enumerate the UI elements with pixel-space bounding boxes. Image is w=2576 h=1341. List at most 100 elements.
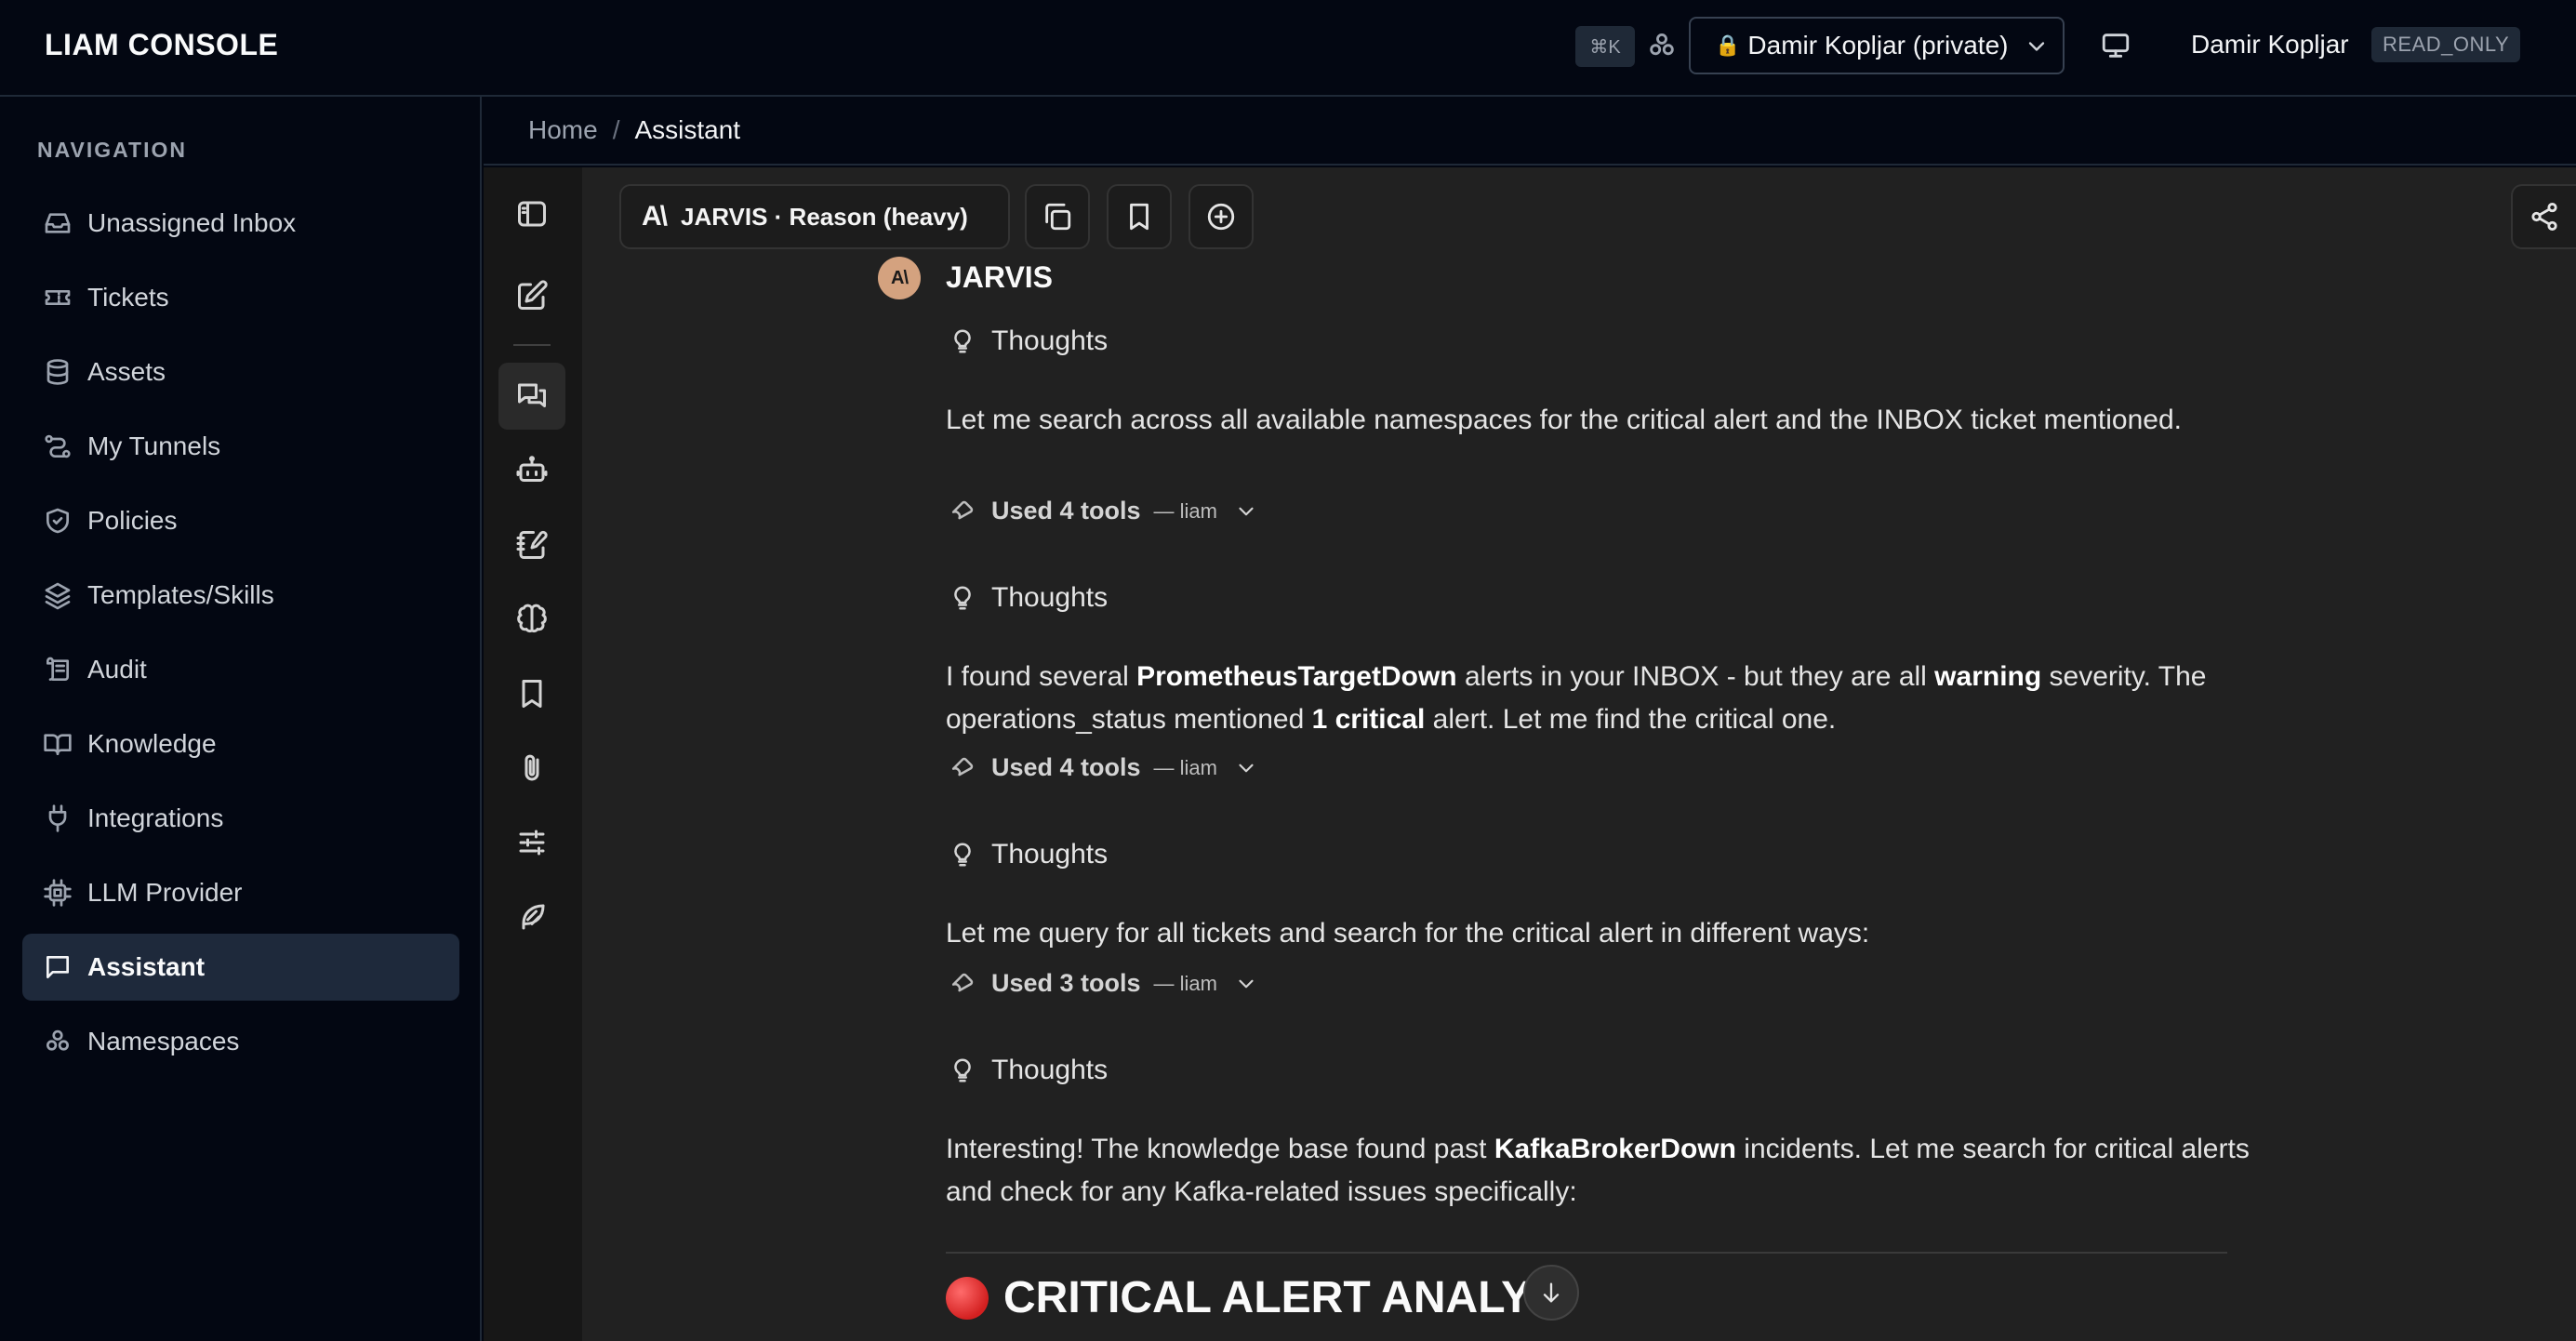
- sidebar-item-audit[interactable]: Audit: [22, 636, 459, 703]
- wrench-icon: [951, 973, 974, 991]
- panel-left-icon: [518, 201, 546, 227]
- conversations-button[interactable]: [498, 363, 565, 430]
- assistant-tool-rail: [484, 167, 582, 1341]
- text-segment: alert. Let me find the critical one.: [1425, 704, 1837, 735]
- model-logo-icon: A\: [642, 201, 668, 232]
- sidebar-item-assets[interactable]: Assets: [22, 339, 459, 405]
- memory-button[interactable]: [498, 586, 565, 653]
- arrow-down-icon: [1543, 1282, 1560, 1303]
- lightbulb-icon: [954, 843, 971, 867]
- message-text: I found several PrometheusTargetDown ale…: [946, 656, 2266, 741]
- sidebar-item-unassigned-inbox[interactable]: Unassigned Inbox: [22, 190, 459, 257]
- namespace-select[interactable]: 🔒 Damir Kopljar (private): [1689, 17, 2065, 74]
- bookmarks-button[interactable]: [498, 660, 565, 727]
- sidebar-item-templates-skills[interactable]: Templates/Skills: [22, 562, 459, 629]
- sidebar-item-my-tunnels[interactable]: My Tunnels: [22, 413, 459, 480]
- bookmark-icon: [1130, 203, 1149, 231]
- tunnel-icon: [45, 434, 71, 458]
- sidebar-item-label: Templates/Skills: [87, 580, 274, 609]
- chat-panel: A\ JARVIS · Reason (heavy) A\ JARVIS Tho…: [582, 167, 2576, 1341]
- bookmark-icon: [522, 680, 542, 708]
- sidebar-item-label: Assistant: [87, 952, 206, 981]
- sidebar-item-label: Integrations: [87, 803, 224, 832]
- lightbulb-icon: [954, 329, 971, 353]
- skills-button[interactable]: [498, 883, 565, 950]
- avatar: A\: [878, 257, 921, 299]
- share-button[interactable]: [2511, 184, 2576, 249]
- breadcrumb-home[interactable]: Home: [528, 115, 598, 145]
- edit-icon: [518, 280, 548, 310]
- sidebar-item-policies[interactable]: Policies: [22, 487, 459, 554]
- breadcrumb-separator: /: [612, 115, 620, 144]
- rail-divider: [513, 344, 551, 346]
- lightbulb-icon: [954, 586, 971, 610]
- message-text: Let me query for all tickets and search …: [946, 918, 1870, 949]
- brand-logo[interactable]: LIAM CONSOLE: [45, 28, 278, 62]
- toggle-panel-button[interactable]: [498, 180, 565, 247]
- sidebar-item-namespaces[interactable]: Namespaces: [22, 1008, 459, 1075]
- monitor-icon[interactable]: [2100, 30, 2131, 61]
- thoughts-label: Thoughts: [991, 1055, 1109, 1085]
- prompts-button[interactable]: [498, 511, 565, 578]
- chevron-down-icon: [1239, 507, 1254, 515]
- new-conversation-button[interactable]: [1188, 184, 1254, 249]
- book-icon: [44, 734, 72, 755]
- sidebar-item-assistant[interactable]: Assistant: [22, 934, 459, 1001]
- text-segment: I found several: [946, 661, 1137, 692]
- thoughts-toggle[interactable]: Thoughts: [949, 1055, 1108, 1086]
- namespace-select-label: Damir Kopljar (private): [1747, 31, 2009, 60]
- bookmark-conversation-button[interactable]: [1107, 184, 1172, 249]
- text-bold: warning: [1934, 661, 2042, 692]
- parameters-button[interactable]: [498, 809, 565, 876]
- wrench-icon: [951, 500, 974, 519]
- command-palette-shortcut[interactable]: ⌘K: [1575, 26, 1635, 67]
- messages-icon: [518, 383, 546, 407]
- sidebar-item-label: My Tunnels: [87, 432, 221, 460]
- thoughts-toggle[interactable]: Thoughts: [949, 582, 1108, 614]
- sidebar-item-label: Policies: [87, 506, 178, 535]
- sidebar-item-tickets[interactable]: Tickets: [22, 264, 459, 331]
- new-chat-button[interactable]: [498, 262, 565, 329]
- namespace-icon[interactable]: [1646, 30, 1678, 61]
- brain-icon: [517, 604, 547, 633]
- user-name[interactable]: Damir Kopljar: [2191, 30, 2349, 60]
- text-segment: alerts in your INBOX - but they are all: [1456, 661, 1935, 692]
- share-icon: [2531, 202, 2557, 232]
- namespace-icon: [46, 1029, 69, 1051]
- breadcrumb: Home / Assistant: [484, 97, 2576, 166]
- model-selector[interactable]: A\ JARVIS · Reason (heavy): [619, 184, 1010, 249]
- feather-icon: [522, 904, 545, 930]
- thoughts-toggle[interactable]: Thoughts: [949, 839, 1108, 870]
- tools-source: — liam: [1153, 755, 1217, 779]
- tools-source: — liam: [1153, 971, 1217, 995]
- sidebar-item-llm-provider[interactable]: LLM Provider: [22, 859, 459, 926]
- model-selector-label: JARVIS · Reason (heavy): [681, 202, 968, 231]
- agents-button[interactable]: [498, 437, 565, 504]
- tools-toggle[interactable]: Used 3 tools — liam: [949, 969, 1273, 998]
- bot-icon: [516, 456, 548, 482]
- nav-title: NAVIGATION: [37, 138, 187, 162]
- thoughts-toggle[interactable]: Thoughts: [949, 325, 1108, 357]
- tools-label: Used 4 tools: [991, 753, 1141, 781]
- copy-conversation-button[interactable]: [1025, 184, 1090, 249]
- notebook-pen-icon: [516, 530, 548, 559]
- attachments-button[interactable]: [498, 735, 565, 802]
- thoughts-label: Thoughts: [991, 582, 1109, 613]
- sidebar-item-label: LLM Provider: [87, 878, 243, 907]
- sidebar-item-knowledge[interactable]: Knowledge: [22, 710, 459, 777]
- chip-icon: [44, 879, 72, 907]
- sidebar: NAVIGATION Unassigned Inbox Tickets Asse…: [0, 97, 482, 1341]
- sliders-icon: [519, 830, 545, 856]
- heading-text: CRITICAL ALERT ANALYS: [1003, 1273, 1561, 1322]
- text-bold: KafkaBrokerDown: [1494, 1134, 1736, 1164]
- critical-alert-heading: CRITICAL ALERT ANALYS: [946, 1272, 1560, 1323]
- tools-toggle[interactable]: Used 4 tools — liam: [949, 497, 1273, 525]
- ticket-icon: [45, 290, 71, 305]
- text-bold: 1 critical: [1311, 704, 1426, 735]
- copy-icon: [1045, 203, 1071, 231]
- text-segment: Interesting! The knowledge base found pa…: [946, 1134, 1494, 1164]
- role-badge: READ_ONLY: [2371, 27, 2521, 62]
- sidebar-item-integrations[interactable]: Integrations: [22, 785, 459, 852]
- tools-toggle[interactable]: Used 4 tools — liam: [949, 753, 1273, 782]
- scroll-to-bottom-button[interactable]: [1523, 1265, 1579, 1321]
